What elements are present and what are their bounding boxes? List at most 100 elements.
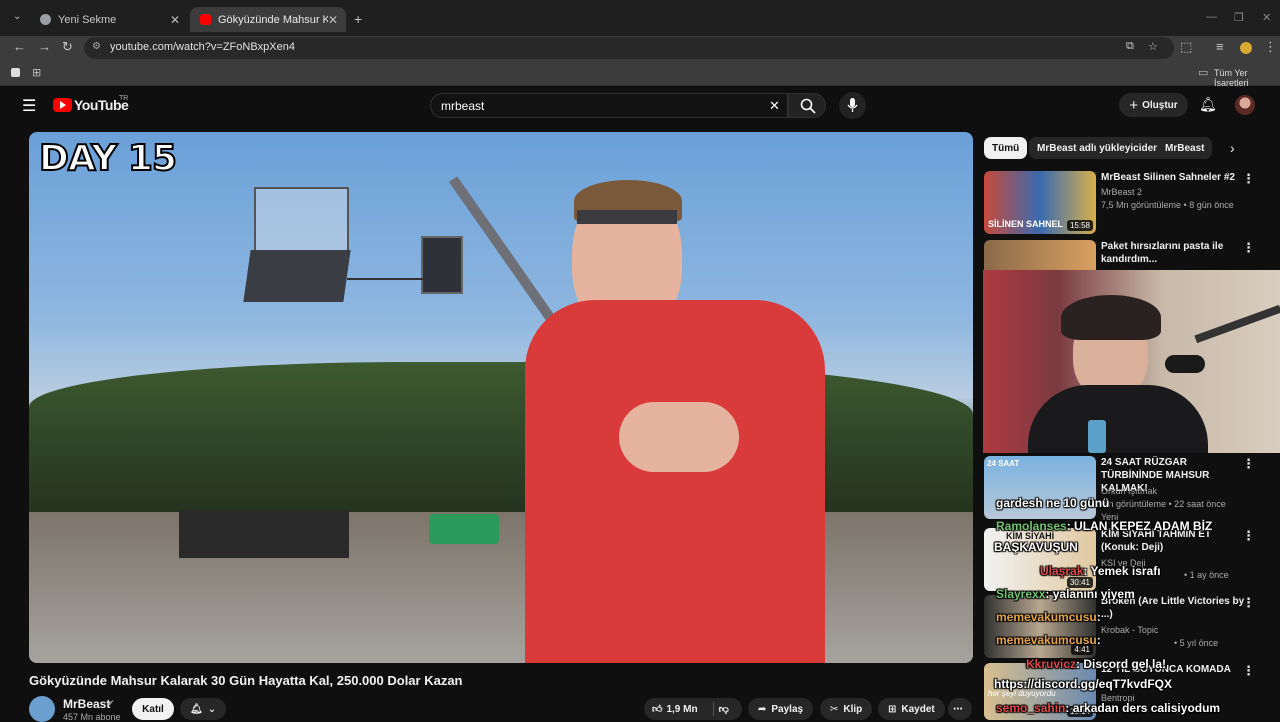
- notifications-bell-icon[interactable]: 🔔︎: [1199, 96, 1217, 113]
- search-box[interactable]: ✕: [430, 93, 788, 118]
- channel-avatar[interactable]: [29, 696, 55, 722]
- new-tab-icon[interactable]: +: [354, 11, 362, 27]
- thumb-text: SİLİNEN SAHNEL: [988, 219, 1064, 229]
- clip-label: Klip: [843, 703, 863, 715]
- mic-boom-arm: [1194, 304, 1280, 344]
- rec-title[interactable]: Paket hırsızlarını pasta ile kandırdım..…: [1101, 240, 1251, 266]
- video-title: Gökyüzünde Mahsur Kalarak 30 Gün Hayatta…: [29, 673, 463, 688]
- account-avatar[interactable]: [1235, 95, 1255, 115]
- shed: [179, 510, 349, 558]
- tab-new-tab[interactable]: Yeni Sekme ✕: [30, 7, 188, 32]
- site-info-icon[interactable]: ⚙: [92, 41, 101, 52]
- recommendation-item[interactable]: 4:41 Broken (Are Little Victories by ...…: [984, 595, 1274, 658]
- more-vertical-icon[interactable]: ⋮: [1242, 456, 1255, 472]
- chat-message: memevakumcusu:: [996, 633, 1101, 647]
- more-vertical-icon[interactable]: ⋮: [1242, 663, 1255, 679]
- sky-cable: [347, 278, 423, 280]
- video-thumbnail[interactable]: [984, 240, 1096, 270]
- channel-name[interactable]: MrBeast: [63, 697, 110, 711]
- close-window-icon[interactable]: ✕: [1262, 11, 1271, 24]
- rec-channel[interactable]: MrBeast 2: [1101, 187, 1142, 197]
- plus-icon: +: [1129, 96, 1139, 114]
- chat-message: Ramolanses: ULAN KEPEZ ADAM BİZ: [996, 519, 1213, 533]
- more-vertical-icon[interactable]: ⋮: [1242, 171, 1255, 187]
- search-button[interactable]: [788, 93, 826, 118]
- chat-message: BAŞKAVUŞUN: [994, 540, 1078, 554]
- chat-username: Ulaşrak: [1040, 564, 1084, 578]
- video-thumbnail[interactable]: SİLİNEN SAHNEL 15:58: [984, 171, 1096, 234]
- tab-youtube[interactable]: Gökyüzünde Mahsur Kalarak 30 Gün... ✕: [190, 7, 346, 32]
- apps-grid-icon[interactable]: ⊞: [32, 66, 41, 79]
- like-dislike-group: 👍︎ 1,9 Mn 👎︎: [644, 698, 742, 720]
- youtube-favicon-icon: [200, 14, 211, 25]
- tab-search-icon[interactable]: ⌄: [13, 11, 21, 22]
- reload-icon[interactable]: ↻: [62, 39, 73, 55]
- close-tab-icon[interactable]: ✕: [328, 13, 338, 27]
- all-bookmarks-link[interactable]: Tüm Yer İşaretleri: [1214, 68, 1280, 88]
- media-icon[interactable]: ≡: [1216, 39, 1224, 54]
- search-icon: [800, 98, 816, 114]
- create-label: Oluştur: [1142, 99, 1178, 111]
- rec-channel[interactable]: Krobak - Topic: [1101, 625, 1158, 635]
- chat-message: semo_sahin: arkadan ders calisiyodum: [996, 701, 1221, 715]
- more-actions-button[interactable]: ⋯: [948, 698, 972, 720]
- join-button[interactable]: Katıl: [132, 698, 174, 720]
- chat-message: gardesh ne 10 günü: [996, 496, 1110, 510]
- chat-username: Kkruvicz: [1026, 657, 1077, 671]
- search-input[interactable]: [441, 99, 761, 113]
- chip-mrbeast[interactable]: MrBeast: [1157, 137, 1213, 159]
- more-vertical-icon[interactable]: ⋮: [1242, 240, 1255, 256]
- close-tab-icon[interactable]: ✕: [170, 13, 180, 27]
- profile-icon[interactable]: [1240, 42, 1252, 54]
- rec-meta: • 1 ay önce: [1184, 570, 1229, 580]
- streamer-webcam: [983, 270, 1280, 453]
- minimize-icon[interactable]: —: [1206, 11, 1217, 23]
- thumbs-down-icon[interactable]: 👎︎: [719, 703, 729, 715]
- chat-username: memevakumcusu: [996, 610, 1097, 624]
- menu-kebab-icon[interactable]: ⋮: [1264, 39, 1277, 55]
- page-icon[interactable]: [11, 68, 20, 77]
- share-label: Paylaş: [771, 703, 804, 715]
- extensions-icon[interactable]: ⬚: [1180, 39, 1192, 55]
- recommendation-item[interactable]: SİLİNEN SAHNEL 15:58 MrBeast Silinen Sah…: [984, 171, 1274, 234]
- chevron-right-icon[interactable]: ›: [1230, 140, 1235, 156]
- clip-button[interactable]: ✂ Klip: [820, 698, 873, 720]
- video-player[interactable]: DAY 15: [29, 132, 973, 663]
- like-button[interactable]: 👍︎ 1,9 Mn: [652, 703, 698, 716]
- bell-icon: 🔔︎: [190, 703, 203, 715]
- scissors-icon: ✂: [830, 703, 839, 715]
- save-label: Kaydet: [901, 703, 935, 715]
- create-button[interactable]: + Oluştur: [1119, 93, 1188, 117]
- region-label: TR: [119, 95, 129, 102]
- day-overlay-text: DAY 15: [38, 137, 178, 180]
- clear-search-icon[interactable]: ✕: [769, 98, 780, 114]
- sky-platform: [254, 187, 349, 252]
- back-icon[interactable]: ←: [13, 39, 26, 54]
- person-hands: [619, 402, 739, 472]
- bookmark-star-icon[interactable]: ☆: [1148, 40, 1158, 53]
- recommendation-item[interactable]: Paket hırsızlarını pasta ile kandırdım..…: [984, 240, 1274, 270]
- forward-icon[interactable]: →: [38, 39, 51, 54]
- video-thumbnail[interactable]: 4:41: [984, 595, 1096, 658]
- subscribe-notify-button[interactable]: 🔔︎ ⌄: [180, 698, 226, 720]
- install-icon[interactable]: ⧉: [1126, 40, 1134, 53]
- microphone-icon: [847, 98, 858, 112]
- share-button[interactable]: ➦ Paylaş: [748, 698, 814, 720]
- recommendation-item[interactable]: KİM SİYAHİ 30:41 KİM SİYAHİ TAHMİN ET (K…: [984, 528, 1274, 591]
- voice-search-button[interactable]: [839, 92, 866, 119]
- sky-cabin: [421, 236, 463, 294]
- save-button[interactable]: ⊞ Kaydet: [878, 698, 945, 720]
- maximize-icon[interactable]: ❐: [1234, 11, 1244, 24]
- video-thumbnail[interactable]: KİM SİYAHİ 30:41: [984, 528, 1096, 591]
- rec-channel[interactable]: Orkun Işıtmak: [1101, 486, 1157, 496]
- rec-title[interactable]: MrBeast Silinen Sahneler #2: [1101, 171, 1251, 184]
- chrome-icon: [40, 14, 51, 25]
- more-vertical-icon[interactable]: ⋮: [1242, 528, 1255, 544]
- chip-all[interactable]: Tümü: [984, 137, 1028, 159]
- chip-from-uploader[interactable]: MrBeast adlı yükleyiciden: [1029, 137, 1168, 159]
- hamburger-menu-icon[interactable]: ☰: [22, 96, 36, 116]
- address-bar[interactable]: ⚙ youtube.com/watch?v=ZFoNBxpXen4 ⧉ ☆: [84, 37, 1174, 59]
- more-vertical-icon[interactable]: ⋮: [1242, 595, 1255, 611]
- youtube-logo-icon[interactable]: [53, 98, 72, 112]
- duration-badge: 15:58: [1066, 220, 1093, 231]
